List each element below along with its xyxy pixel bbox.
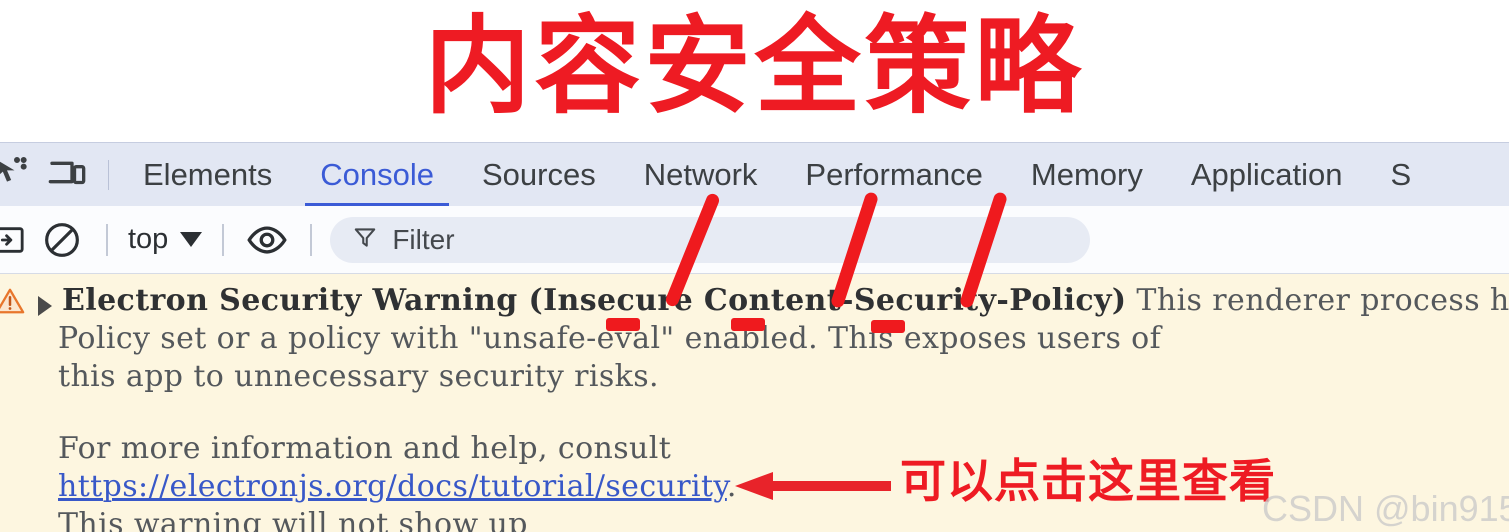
- console-warning-line-1-rest: This renderer process has either no: [1136, 283, 1509, 318]
- tab-console-label: Console: [320, 156, 434, 192]
- csdn-watermark: CSDN @bin9153: [1262, 488, 1509, 529]
- tab-memory-label: Memory: [1030, 156, 1143, 192]
- console-warning-headline: Electron Security Warning (Insecure Cont…: [62, 283, 1127, 318]
- tab-performance-label: Performance: [805, 156, 983, 192]
- annotation-title-text: 内容安全策略: [424, 5, 1085, 128]
- chevron-down-icon: [180, 232, 203, 247]
- filterbar-divider-1: [106, 223, 108, 256]
- console-filter-toolbar: top Filter: [0, 206, 1509, 274]
- screenshot-root: 内容安全策略 Elements Console Sources Network …: [0, 0, 1509, 532]
- tab-memory[interactable]: Memory: [1007, 143, 1167, 206]
- tab-sources-label: Sources: [481, 156, 596, 192]
- tab-elements-label: Elements: [143, 156, 273, 192]
- console-warning-line-1: Electron Security Warning (Insecure Cont…: [0, 282, 1509, 320]
- tab-application[interactable]: Application: [1167, 143, 1367, 206]
- disclosure-triangle-icon[interactable]: [38, 296, 52, 316]
- device-toolbar-icon[interactable]: [36, 143, 98, 206]
- tab-security-label: S: [1390, 156, 1412, 192]
- tab-application-label: Application: [1190, 156, 1343, 192]
- filterbar-divider-3: [310, 223, 313, 256]
- console-warning-line-2: Policy set or a policy with "unsafe-eval…: [58, 321, 1162, 356]
- warning-triangle-icon: [0, 286, 26, 316]
- annotation-arrow-note: 可以点击这里查看: [900, 454, 1276, 508]
- tab-console[interactable]: Console: [296, 143, 458, 206]
- console-warning-line-4: For more information and help, consult: [58, 431, 672, 466]
- show-console-sidebar-icon[interactable]: [0, 206, 30, 273]
- devtools-tabbar: Elements Console Sources Network Perform…: [0, 142, 1509, 206]
- clear-console-icon[interactable]: [30, 206, 94, 273]
- filterbar-divider-2: [222, 223, 225, 256]
- execution-context-selector[interactable]: top: [120, 223, 210, 256]
- tab-network[interactable]: Network: [620, 143, 782, 206]
- annotation-arrow-line: [771, 481, 891, 491]
- electron-security-docs-link[interactable]: https://electronjs.org/docs/tutorial/sec…: [58, 469, 727, 504]
- execution-context-value: top: [128, 223, 169, 255]
- inspect-element-icon[interactable]: [0, 143, 36, 206]
- console-filter-input[interactable]: Filter: [330, 216, 1091, 263]
- console-warning-spacer: [0, 396, 1509, 430]
- live-expression-icon[interactable]: [236, 206, 298, 273]
- tab-elements[interactable]: Elements: [119, 143, 296, 206]
- filter-funnel-icon: [352, 224, 378, 255]
- tab-network-label: Network: [643, 156, 758, 192]
- annotation-title-banner: 内容安全策略: [0, 0, 1509, 142]
- tab-security[interactable]: S: [1367, 143, 1412, 206]
- console-warning-line-3: this app to unnecessary security risks.: [58, 359, 659, 394]
- tab-performance[interactable]: Performance: [781, 143, 1006, 206]
- annotation-arrow-head: [735, 472, 773, 500]
- tabbar-divider: [108, 159, 109, 190]
- console-filter-placeholder: Filter: [392, 223, 455, 255]
- tab-sources[interactable]: Sources: [458, 143, 620, 206]
